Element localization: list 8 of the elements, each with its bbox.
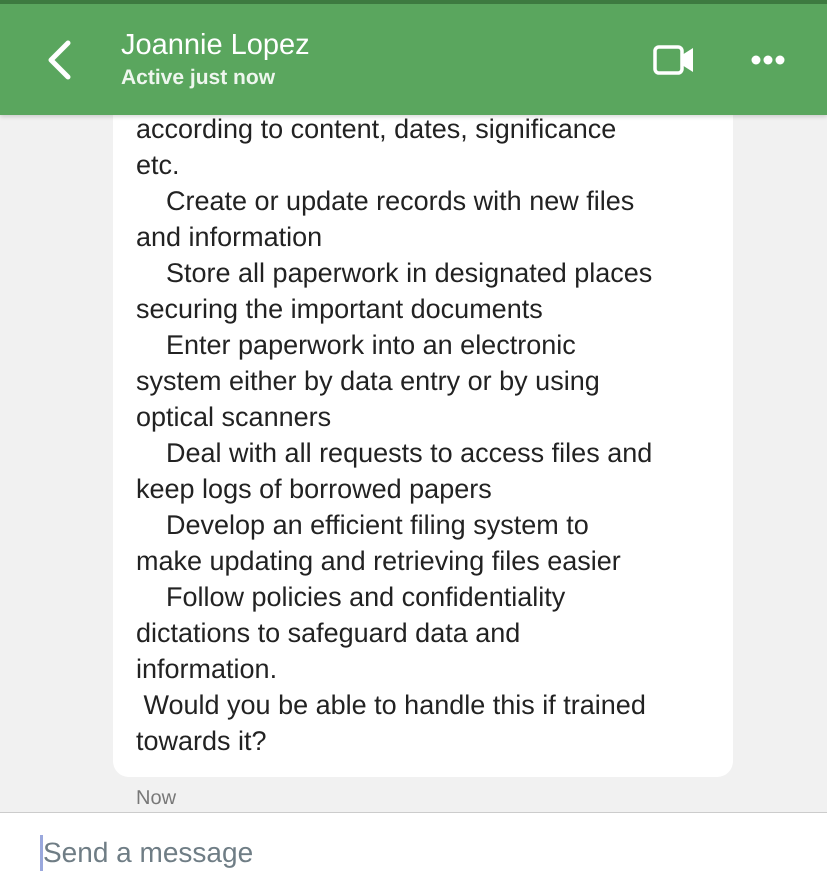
more-button[interactable] xyxy=(751,54,785,64)
message-time: Now xyxy=(136,787,178,809)
video-call-button[interactable] xyxy=(653,44,695,74)
active-status: Active just now xyxy=(121,66,276,90)
contact-name: Joannie Lopez xyxy=(121,29,310,62)
message-composer[interactable]: Send a message xyxy=(0,812,827,893)
back-button[interactable] xyxy=(46,40,72,80)
message-text: according to content, dates, significance etc. Create or update records with new files and information Store all paperwork in designated places securing the important documents Enter paperwork into an electronic system either by data entry or by using optical scanners Deal with all requests to access files and keep logs of borrowed papers Develop an efficient filing system to make updating and retrieving files easier Follow policies and confidentiality dictations to safeguard data and information. Would you be able to handle this if trained towards it? xyxy=(136,115,654,758)
